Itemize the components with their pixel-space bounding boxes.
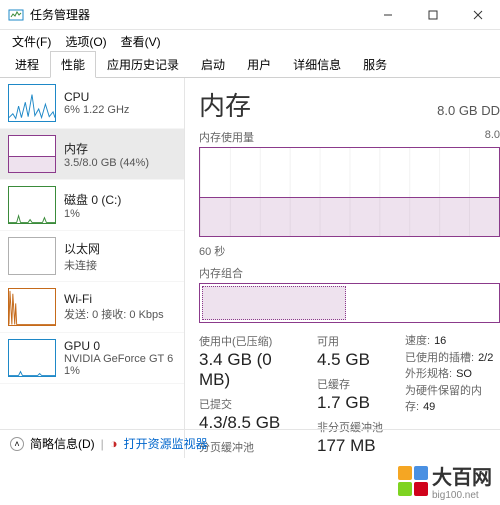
maximize-button[interactable] <box>410 0 455 30</box>
memory-composition-graph <box>199 283 500 323</box>
wifi-sub: 发送: 0 接收: 0 Kbps <box>64 306 164 322</box>
sidebar-item-disk[interactable]: 磁盘 0 (C:)1% <box>0 180 184 231</box>
tab-services[interactable]: 服务 <box>352 51 398 78</box>
disk-sparkline <box>8 186 56 224</box>
cpu-sparkline <box>8 84 56 122</box>
divider: | <box>101 437 104 451</box>
gpu-sub: NVIDIA GeForce GT 6 <box>64 353 173 365</box>
cpu-sub: 6% 1.22 GHz <box>64 104 129 116</box>
app-icon <box>8 7 24 23</box>
menubar: 文件(F) 选项(O) 查看(V) <box>0 30 500 52</box>
memory-total: 8.0 GB DD <box>437 103 500 118</box>
fewer-details-link[interactable]: 简略信息(D) <box>30 435 95 452</box>
tab-users[interactable]: 用户 <box>236 51 282 78</box>
speed-value: 16 <box>434 335 446 347</box>
watermark: 大百网 big100.net <box>398 461 492 501</box>
memory-sparkline <box>8 135 56 173</box>
titlebar: 任务管理器 <box>0 0 500 30</box>
menu-file[interactable]: 文件(F) <box>6 31 57 52</box>
main-panel: 内存 8.0 GB DD 内存使用量 8.0 60 秒 内存组合 使用中(已压缩… <box>185 78 500 458</box>
wifi-name: Wi-Fi <box>64 292 164 306</box>
gpu-sparkline <box>8 339 56 377</box>
gpu-name: GPU 0 <box>64 339 173 353</box>
tab-performance[interactable]: 性能 <box>50 51 96 78</box>
reserved-value: 49 <box>423 401 435 413</box>
ethernet-sparkline <box>8 237 56 275</box>
avail-label: 可用 <box>317 333 387 349</box>
chevron-up-icon[interactable]: ˄ <box>10 437 24 451</box>
tab-details[interactable]: 详细信息 <box>282 51 352 78</box>
memory-usage-graph <box>199 147 500 237</box>
ethernet-name: 以太网 <box>64 240 100 257</box>
resource-monitor-icon: ◑ <box>110 436 118 451</box>
avail-value: 4.5 GB <box>317 350 387 370</box>
tabbar: 进程 性能 应用历史记录 启动 用户 详细信息 服务 <box>0 52 500 78</box>
watermark-brand: 大百网 <box>432 467 492 489</box>
page-title: 内存 <box>199 86 251 123</box>
footer: ˄ 简略信息(D) | ◑ 打开资源监视器 <box>0 429 500 457</box>
inuse-value: 3.4 GB (0 MB) <box>199 350 299 390</box>
close-button[interactable] <box>455 0 500 30</box>
tab-startup[interactable]: 启动 <box>190 51 236 78</box>
form-label: 外形规格: <box>405 368 452 380</box>
cached-value: 1.7 GB <box>317 393 387 413</box>
watermark-sub: big100.net <box>432 490 492 501</box>
menu-options[interactable]: 选项(O) <box>59 31 112 52</box>
sidebar-item-gpu[interactable]: GPU 0NVIDIA GeForce GT 61% <box>0 333 184 384</box>
window-title: 任务管理器 <box>30 6 365 23</box>
tab-apphistory[interactable]: 应用历史记录 <box>96 51 190 78</box>
disk-name: 磁盘 0 (C:) <box>64 191 121 208</box>
tab-processes[interactable]: 进程 <box>4 51 50 78</box>
sidebar-item-ethernet[interactable]: 以太网未连接 <box>0 231 184 282</box>
composition-label: 内存组合 <box>199 265 243 281</box>
gpu-sub2: 1% <box>64 365 173 377</box>
cached-label: 已缓存 <box>317 376 387 392</box>
open-resource-monitor-link[interactable]: 打开资源监视器 <box>124 435 208 452</box>
content: CPU6% 1.22 GHz 内存3.5/8.0 GB (44%) 磁盘 0 (… <box>0 78 500 458</box>
usage-max: 8.0 <box>485 129 500 145</box>
sidebar: CPU6% 1.22 GHz 内存3.5/8.0 GB (44%) 磁盘 0 (… <box>0 78 185 458</box>
sidebar-item-cpu[interactable]: CPU6% 1.22 GHz <box>0 78 184 129</box>
ethernet-sub: 未连接 <box>64 257 100 273</box>
inuse-label: 使用中(已压缩) <box>199 333 299 349</box>
wifi-sparkline <box>8 288 56 326</box>
memory-sub: 3.5/8.0 GB (44%) <box>64 157 149 169</box>
sidebar-item-wifi[interactable]: Wi-Fi发送: 0 接收: 0 Kbps <box>0 282 184 333</box>
reserved-label: 为硬件保留的内存: <box>405 385 482 414</box>
slots-label: 已使用的插槽: <box>405 352 474 364</box>
menu-view[interactable]: 查看(V) <box>115 31 167 52</box>
disk-sub: 1% <box>64 208 121 220</box>
xaxis-label: 60 秒 <box>199 243 225 259</box>
commit-label: 已提交 <box>199 396 299 412</box>
form-value: SO <box>456 368 472 380</box>
memory-name: 内存 <box>64 140 149 157</box>
usage-label: 内存使用量 <box>199 129 254 145</box>
slots-value: 2/2 <box>478 352 493 364</box>
sidebar-item-memory[interactable]: 内存3.5/8.0 GB (44%) <box>0 129 184 180</box>
watermark-logo-icon <box>398 466 428 496</box>
cpu-name: CPU <box>64 90 129 104</box>
minimize-button[interactable] <box>365 0 410 30</box>
speed-label: 速度: <box>405 335 430 347</box>
